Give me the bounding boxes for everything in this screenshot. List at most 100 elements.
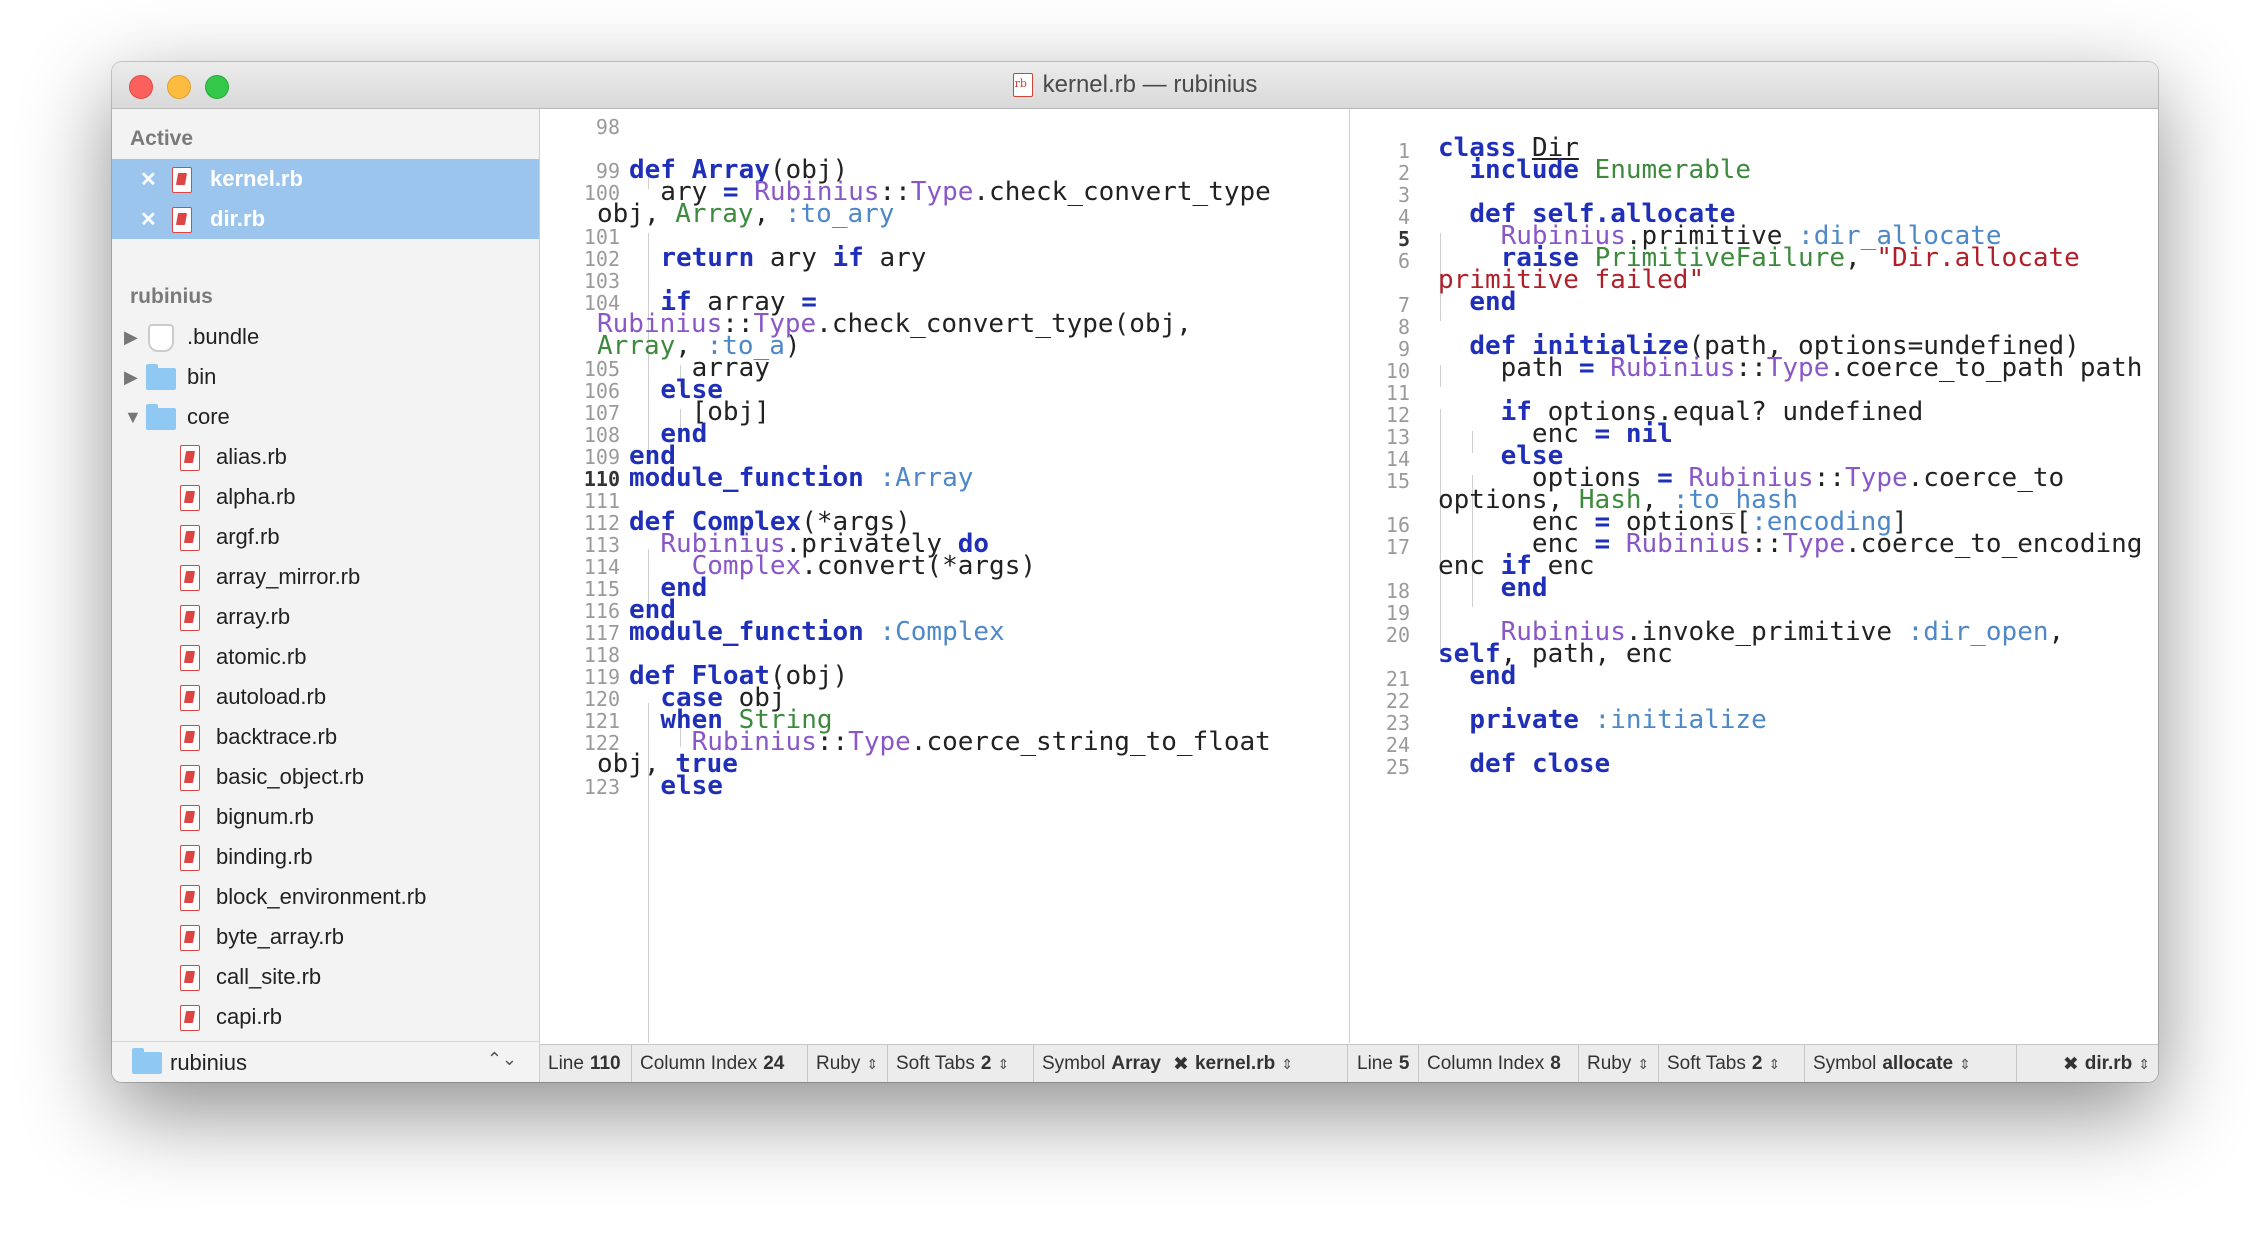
file-item[interactable]: block_environment.rb (112, 877, 539, 917)
file-item[interactable]: basic_object.rb (112, 757, 539, 797)
file-item[interactable]: autoload.rb (112, 677, 539, 717)
line-indicator-left[interactable]: Line 110 (540, 1045, 632, 1082)
status-bar: Line 110 Column Index 24 Ruby ⇕ Soft Tabs 2 ⇕… (540, 1044, 2158, 1082)
column-indicator-right[interactable]: Column Index 8 (1419, 1045, 1579, 1082)
editor-pane-dir[interactable]: 1 2 3 4 5 6 7 8 9 10 11 12 13 14 15 16 17 18 19 20 21 22 23 24 2… (1349, 109, 2158, 1043)
folder-icon (146, 404, 176, 430)
ruby-file-icon (172, 167, 192, 193)
active-header: Active (130, 127, 194, 150)
project-header: rubinius (130, 285, 213, 308)
ruby-file-icon (180, 965, 200, 991)
window-title: kernel.rb — rubinius (112, 62, 2158, 108)
file-selector-right[interactable]: ✖ dir.rb ⇕ (2017, 1045, 2158, 1082)
file-label: array.rb (216, 604, 291, 629)
symbol-selector-right[interactable]: Symbol allocate ⇕ (1805, 1045, 2017, 1082)
ruby-file-icon (172, 207, 192, 233)
updown-arrows-icon: ⇕ (2138, 1055, 2150, 1072)
line-indicator-right[interactable]: Line 5 (1349, 1045, 1419, 1082)
active-file-kernel[interactable]: ✕ kernel.rb (112, 159, 539, 199)
ruby-file-icon (180, 845, 200, 871)
close-icon: ✖ (1173, 1053, 1189, 1075)
file-label: bignum.rb (216, 804, 314, 829)
folder-label: core (187, 404, 230, 429)
file-label: binding.rb (216, 844, 313, 869)
folder-icon (146, 364, 176, 390)
updown-arrows-icon: ⌃⌄ (486, 1049, 517, 1069)
file-item[interactable]: atomic.rb (112, 637, 539, 677)
bundle-icon (148, 324, 174, 352)
code-area[interactable]: class Dir include Enumerable def self.al… (1350, 109, 2142, 859)
ruby-file-icon (180, 445, 200, 471)
active-file-dir[interactable]: ✕ dir.rb (112, 199, 539, 239)
ruby-file-icon (180, 805, 200, 831)
close-icon[interactable]: ✕ (140, 207, 157, 232)
file-label: alias.rb (216, 444, 287, 469)
ruby-file-icon (180, 725, 200, 751)
file-item[interactable]: alpha.rb (112, 477, 539, 517)
ruby-file-icon (180, 565, 200, 591)
file-item[interactable]: backtrace.rb (112, 717, 539, 757)
file-item[interactable]: byte_array.rb (112, 917, 539, 957)
ruby-file-icon (180, 1005, 200, 1031)
close-icon[interactable]: ✕ (140, 167, 157, 192)
editor-pane-kernel[interactable]: 98 99 100 101 102 103 104 105 106 107 108 109 110 111… (540, 109, 1348, 1043)
ruby-file-icon (180, 765, 200, 791)
file-label: byte_array.rb (216, 924, 344, 949)
ruby-file-icon (180, 525, 200, 551)
symbol-selector-left[interactable]: Symbol Array ✖ kernel.rb ⇕ (1034, 1045, 1348, 1082)
file-label: block_environment.rb (216, 884, 427, 909)
file-label: capi.rb (216, 1004, 283, 1029)
file-item[interactable]: alias.rb (112, 437, 539, 477)
project-switcher[interactable]: rubinius ⌃⌄ (112, 1041, 539, 1082)
folder-label: .bundle (187, 324, 260, 349)
file-item[interactable]: capi.rb (112, 997, 539, 1037)
file-browser-sidebar: Active ✕ kernel.rb ✕ dir.rb rubinius ▶ .… (112, 109, 540, 1082)
folder-bin[interactable]: ▶ bin (112, 357, 539, 397)
column-indicator-left[interactable]: Column Index 24 (632, 1045, 808, 1082)
updown-arrows-icon: ⇕ (1281, 1055, 1293, 1072)
file-label: autoload.rb (216, 684, 327, 709)
ruby-file-icon (180, 485, 200, 511)
file-label: basic_object.rb (216, 764, 364, 789)
file-label: call_site.rb (216, 964, 322, 989)
close-icon: ✖ (2062, 1053, 2079, 1075)
ruby-file-icon (1012, 73, 1033, 97)
file-label: backtrace.rb (216, 724, 338, 749)
file-item[interactable]: array_mirror.rb (112, 557, 539, 597)
file-label: atomic.rb (216, 644, 307, 669)
updown-arrows-icon: ⇕ (1959, 1055, 1971, 1072)
disclosure-triangle-icon[interactable]: ▼ (124, 407, 142, 428)
ruby-file-icon (180, 605, 200, 631)
file-label: array_mirror.rb (216, 564, 361, 589)
ruby-file-icon (180, 685, 200, 711)
ruby-file-icon (180, 645, 200, 671)
syntax-selector-left[interactable]: Ruby ⇕ (808, 1045, 888, 1082)
file-item[interactable]: call_site.rb (112, 957, 539, 997)
disclosure-triangle-icon[interactable]: ▶ (124, 327, 138, 348)
project-switcher-label: rubinius (170, 1050, 248, 1075)
file-label: alpha.rb (216, 484, 296, 509)
file-item[interactable]: binding.rb (112, 837, 539, 877)
ruby-file-icon (180, 885, 200, 911)
syntax-selector-right[interactable]: Ruby ⇕ (1579, 1045, 1659, 1082)
file-item[interactable]: array.rb (112, 597, 539, 637)
disclosure-triangle-icon[interactable]: ▶ (124, 367, 138, 388)
ruby-file-icon (180, 925, 200, 951)
file-label: argf.rb (216, 524, 280, 549)
file-label: kernel.rb (210, 166, 303, 191)
folder-core[interactable]: ▼ core (112, 397, 539, 437)
folder-icon (132, 1048, 162, 1074)
file-item[interactable]: bignum.rb (112, 797, 539, 837)
file-label: dir.rb (210, 206, 266, 231)
title-bar: kernel.rb — rubinius (112, 62, 2158, 109)
updown-arrows-icon: ⇕ (1637, 1055, 1650, 1072)
folder-bundle[interactable]: ▶ .bundle (112, 317, 539, 357)
tabs-selector-left[interactable]: Soft Tabs 2 ⇕ (888, 1045, 1034, 1082)
editor-window: kernel.rb — rubinius Active ✕ kernel.rb … (112, 62, 2158, 1082)
updown-arrows-icon: ⇕ (866, 1055, 879, 1072)
code-area[interactable]: def Array(obj) ary = Rubinius::Type.chec… (540, 109, 1271, 919)
updown-arrows-icon: ⇕ (1768, 1055, 1781, 1072)
file-item[interactable]: argf.rb (112, 517, 539, 557)
folder-label: bin (187, 364, 217, 389)
tabs-selector-right[interactable]: Soft Tabs 2 ⇕ (1659, 1045, 1805, 1082)
